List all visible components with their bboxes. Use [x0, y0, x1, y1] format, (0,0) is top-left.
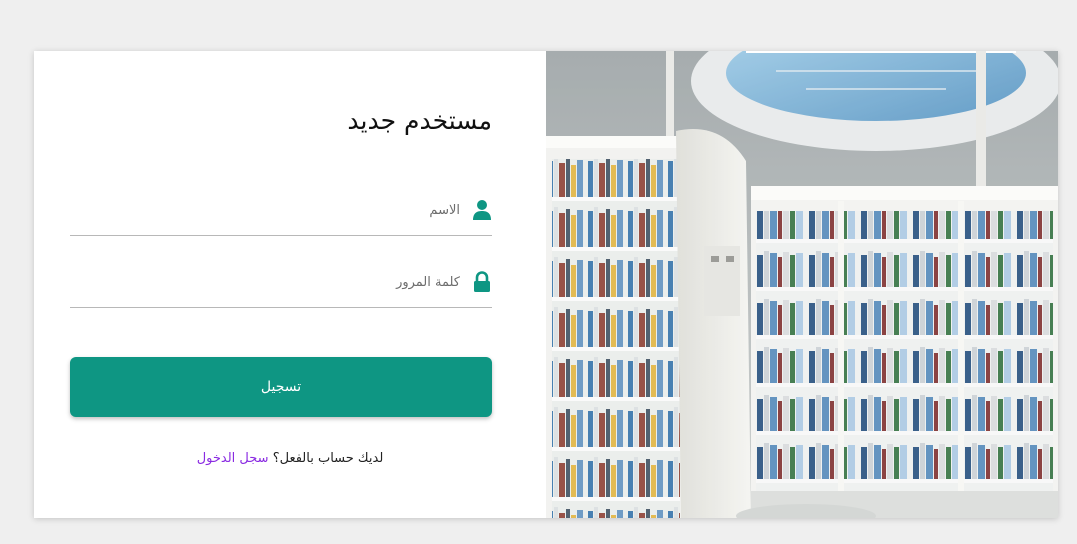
login-prompt-text: لديك حساب بالفعل؟ [272, 451, 384, 466]
page-title: مستخدم جديد [347, 106, 492, 135]
register-button[interactable]: تسجيل [70, 357, 492, 417]
name-field [70, 195, 492, 236]
password-field [70, 267, 492, 308]
login-link[interactable]: سجل الدخول [197, 451, 269, 466]
user-icon [472, 199, 492, 221]
login-prompt: لديك حساب بالفعل؟ سجل الدخول [34, 451, 546, 466]
name-input[interactable] [78, 195, 462, 225]
lock-icon [472, 271, 492, 293]
password-input[interactable] [78, 267, 462, 297]
library-image [546, 51, 1058, 518]
register-card: مستخدم جديد تسجيل لديك حساب بالفعل؟ [34, 51, 1058, 518]
register-form: مستخدم جديد تسجيل لديك حساب بالفعل؟ [34, 51, 546, 518]
